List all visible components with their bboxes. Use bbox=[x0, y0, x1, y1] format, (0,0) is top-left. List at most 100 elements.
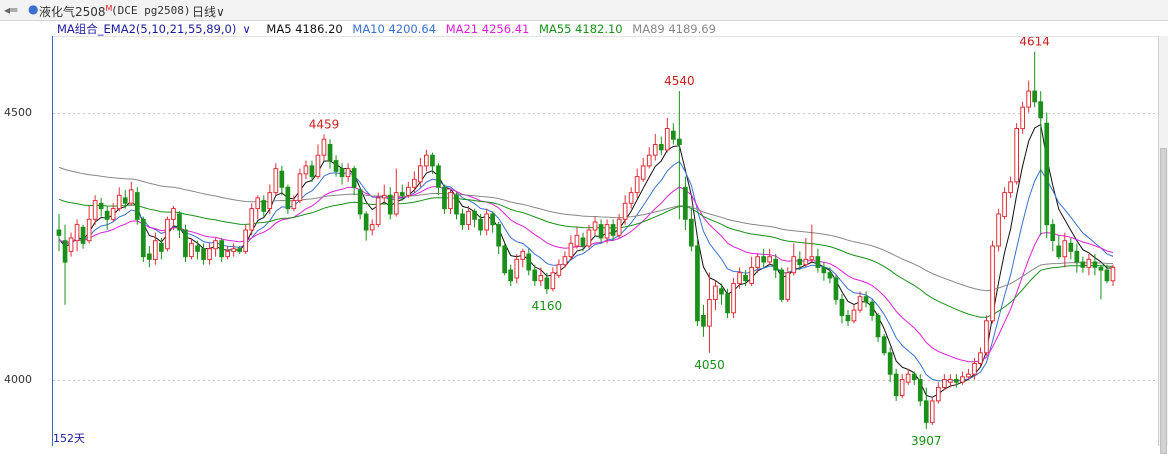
candle-body bbox=[1050, 224, 1056, 242]
candle-body bbox=[917, 379, 923, 402]
high-price-label: 4459 bbox=[309, 117, 340, 131]
candle-body bbox=[622, 202, 628, 220]
candle-body bbox=[195, 245, 200, 252]
candle-body bbox=[1110, 266, 1116, 282]
ma-line-ma5 bbox=[58, 123, 1114, 398]
candle-body bbox=[381, 194, 387, 199]
candle-body bbox=[472, 210, 477, 220]
candle-body bbox=[122, 197, 128, 204]
candle-body bbox=[887, 352, 893, 375]
candle-body bbox=[658, 144, 664, 151]
candle-body bbox=[990, 245, 995, 322]
candle-body bbox=[201, 248, 206, 260]
scrollbar-thumb[interactable] bbox=[1160, 148, 1167, 454]
candle-body bbox=[532, 269, 538, 282]
candle-body bbox=[905, 373, 911, 383]
candle-body bbox=[695, 245, 700, 322]
candle-body bbox=[893, 373, 899, 397]
low-price-label: 4160 bbox=[532, 299, 563, 313]
candle-body bbox=[815, 256, 821, 268]
candle-body bbox=[159, 242, 164, 252]
candle-body bbox=[833, 277, 839, 300]
dot-icon: ● bbox=[28, 2, 39, 16]
candle-body bbox=[725, 293, 730, 314]
candle-body bbox=[755, 256, 760, 268]
candle-body bbox=[707, 298, 712, 327]
candle-body bbox=[875, 314, 881, 338]
candle-body bbox=[134, 192, 140, 220]
candle-body bbox=[671, 130, 676, 140]
candle-body bbox=[628, 192, 634, 204]
candle-body bbox=[351, 168, 357, 188]
candle-body bbox=[183, 229, 188, 258]
candle-body bbox=[1032, 90, 1038, 103]
candle-body bbox=[412, 178, 417, 188]
candle-body bbox=[1074, 250, 1080, 263]
candle-body bbox=[68, 237, 74, 252]
candle-body bbox=[104, 210, 110, 220]
candle-body bbox=[62, 240, 68, 263]
symbol-name[interactable]: 液化气2508M bbox=[39, 3, 112, 20]
candle-body bbox=[1044, 122, 1050, 226]
candle-body bbox=[1086, 258, 1092, 268]
candle-body bbox=[1008, 181, 1013, 194]
candle-body bbox=[375, 197, 381, 226]
candle-body bbox=[399, 192, 405, 196]
candle-body bbox=[345, 168, 351, 178]
candle-body bbox=[677, 138, 682, 145]
candle-body bbox=[640, 165, 646, 180]
symbol-name-text: 液化气2508 bbox=[39, 5, 106, 19]
candle-body bbox=[249, 208, 255, 231]
candle-body bbox=[80, 226, 86, 244]
candle-body bbox=[508, 269, 513, 282]
candle-body bbox=[960, 376, 965, 383]
period-dropdown[interactable]: 日线∨ bbox=[192, 3, 225, 20]
candlestick-chart[interactable]: 461439074459454041604050 bbox=[0, 20, 1158, 446]
candle-body bbox=[315, 154, 321, 178]
candle-body bbox=[580, 237, 586, 247]
vertical-scrollbar[interactable] bbox=[1158, 36, 1168, 454]
candle-body bbox=[436, 165, 441, 188]
candle-body bbox=[827, 272, 833, 279]
candle-body bbox=[863, 296, 869, 303]
candle-body bbox=[996, 213, 1001, 247]
low-price-label: 3907 bbox=[911, 434, 942, 446]
y-axis-line bbox=[52, 36, 53, 446]
candle-body bbox=[86, 218, 92, 242]
candle-body bbox=[333, 160, 339, 172]
candle-body bbox=[544, 277, 550, 290]
candle-body bbox=[634, 176, 640, 194]
candle-body bbox=[285, 186, 291, 210]
candle-body bbox=[851, 309, 857, 322]
candle-body bbox=[899, 379, 905, 396]
candle-body bbox=[327, 144, 333, 161]
candle-body bbox=[255, 197, 261, 210]
candle-body bbox=[966, 373, 971, 378]
candle-body bbox=[610, 224, 616, 236]
candle-body bbox=[803, 258, 809, 266]
candle-body bbox=[1014, 128, 1019, 183]
candle-body bbox=[496, 224, 501, 247]
candle-body bbox=[291, 200, 297, 210]
candle-body bbox=[646, 154, 652, 167]
back-arrow-icon[interactable]: ◂═ bbox=[4, 3, 17, 17]
candle-body bbox=[128, 189, 134, 204]
candle-body bbox=[773, 258, 778, 271]
candle-body bbox=[1062, 240, 1068, 258]
candle-body bbox=[110, 208, 116, 220]
candle-body bbox=[225, 250, 231, 258]
candle-body bbox=[785, 272, 791, 300]
candle-body bbox=[303, 165, 309, 175]
candle-body bbox=[309, 165, 315, 178]
candle-body bbox=[869, 301, 875, 316]
candle-body bbox=[767, 256, 772, 263]
candle-body bbox=[942, 379, 947, 388]
candle-body bbox=[116, 194, 122, 210]
candle-body bbox=[701, 314, 706, 327]
candle-body bbox=[604, 224, 610, 239]
chart-frame-top bbox=[52, 36, 1162, 37]
candle-body bbox=[689, 218, 694, 247]
candle-body bbox=[406, 186, 411, 196]
ma-line-ma10 bbox=[58, 160, 1114, 382]
days-count-label: 152天 bbox=[53, 432, 85, 445]
